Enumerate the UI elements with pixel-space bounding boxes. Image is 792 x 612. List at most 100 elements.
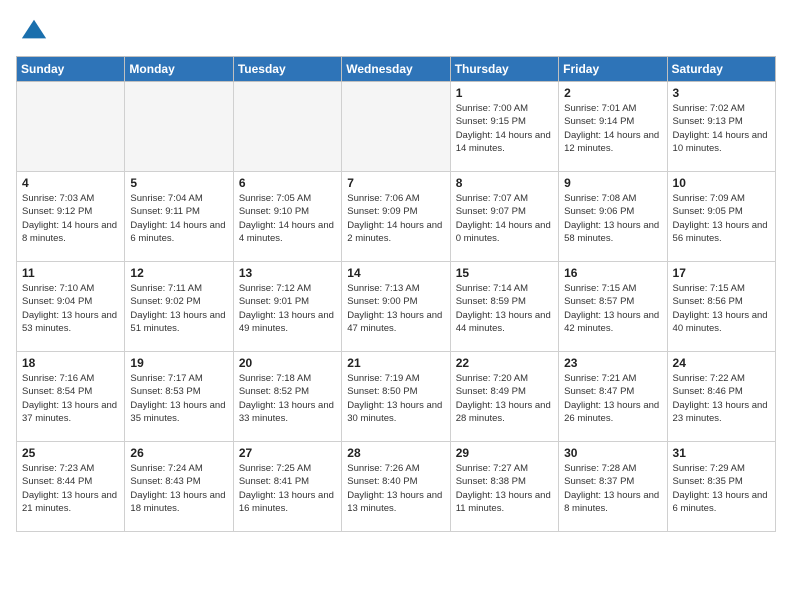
col-header-friday: Friday — [559, 57, 667, 82]
calendar-cell: 14 Sunrise: 7:13 AMSunset: 9:00 PMDayligh… — [342, 262, 450, 352]
day-number: 5 — [130, 176, 227, 190]
cell-content: Sunrise: 7:15 AMSunset: 8:57 PMDaylight:… — [564, 282, 661, 335]
calendar-cell: 3Sunrise: 7:02 AMSunset: 9:13 PMDaylight… — [667, 82, 775, 172]
calendar-cell: 28 Sunrise: 7:26 AMSunset: 8:40 PMDayligh… — [342, 442, 450, 532]
day-number: 31 — [673, 446, 770, 460]
calendar-cell: 22 Sunrise: 7:20 AMSunset: 8:49 PMDayligh… — [450, 352, 558, 442]
week-row-4: 18 Sunrise: 7:16 AMSunset: 8:54 PMDayligh… — [17, 352, 776, 442]
cell-content: Sunrise: 7:13 AMSunset: 9:00 PMDaylight:… — [347, 282, 444, 335]
calendar-cell: 17Sunrise: 7:15 AMSunset: 8:56 PMDayligh… — [667, 262, 775, 352]
calendar-cell: 15 Sunrise: 7:14 AMSunset: 8:59 PMDayligh… — [450, 262, 558, 352]
cell-content: Sunrise: 7:29 AMSunset: 8:35 PMDaylight:… — [673, 462, 770, 515]
cell-content: Sunrise: 7:20 AMSunset: 8:49 PMDaylight:… — [456, 372, 553, 425]
day-number: 10 — [673, 176, 770, 190]
day-number: 7 — [347, 176, 444, 190]
day-number: 25 — [22, 446, 119, 460]
day-number: 24 — [673, 356, 770, 370]
calendar-cell — [17, 82, 125, 172]
day-number: 13 — [239, 266, 336, 280]
day-number: 30 — [564, 446, 661, 460]
calendar-cell: 5 Sunrise: 7:04 AMSunset: 9:11 PMDaylight… — [125, 172, 233, 262]
calendar-cell: 26 Sunrise: 7:24 AMSunset: 8:43 PMDayligh… — [125, 442, 233, 532]
col-header-monday: Monday — [125, 57, 233, 82]
day-number: 12 — [130, 266, 227, 280]
cell-content: Sunrise: 7:00 AMSunset: 9:15 PMDaylight:… — [456, 102, 553, 155]
week-row-2: 4Sunrise: 7:03 AMSunset: 9:12 PMDaylight… — [17, 172, 776, 262]
calendar-cell: 9 Sunrise: 7:08 AMSunset: 9:06 PMDaylight… — [559, 172, 667, 262]
calendar-cell: 12 Sunrise: 7:11 AMSunset: 9:02 PMDayligh… — [125, 262, 233, 352]
cell-content: Sunrise: 7:19 AMSunset: 8:50 PMDaylight:… — [347, 372, 444, 425]
calendar-cell: 2 Sunrise: 7:01 AMSunset: 9:14 PMDaylight… — [559, 82, 667, 172]
day-number: 9 — [564, 176, 661, 190]
cell-content: Sunrise: 7:08 AMSunset: 9:06 PMDaylight:… — [564, 192, 661, 245]
col-header-saturday: Saturday — [667, 57, 775, 82]
cell-content: Sunrise: 7:24 AMSunset: 8:43 PMDaylight:… — [130, 462, 227, 515]
calendar-cell: 20Sunrise: 7:18 AMSunset: 8:52 PMDayligh… — [233, 352, 341, 442]
cell-content: Sunrise: 7:23 AMSunset: 8:44 PMDaylight:… — [22, 462, 119, 515]
calendar-cell: 25 Sunrise: 7:23 AMSunset: 8:44 PMDayligh… — [17, 442, 125, 532]
calendar-table: SundayMondayTuesdayWednesdayThursdayFrid… — [16, 56, 776, 532]
day-number: 3 — [673, 86, 770, 100]
cell-content: Sunrise: 7:14 AMSunset: 8:59 PMDaylight:… — [456, 282, 553, 335]
day-number: 16 — [564, 266, 661, 280]
calendar-cell: 8 Sunrise: 7:07 AMSunset: 9:07 PMDaylight… — [450, 172, 558, 262]
calendar-cell — [233, 82, 341, 172]
calendar-cell: 13 Sunrise: 7:12 AMSunset: 9:01 PMDayligh… — [233, 262, 341, 352]
col-header-thursday: Thursday — [450, 57, 558, 82]
cell-content: Sunrise: 7:10 AMSunset: 9:04 PMDaylight:… — [22, 282, 119, 335]
day-number: 11 — [22, 266, 119, 280]
cell-content: Sunrise: 7:11 AMSunset: 9:02 PMDaylight:… — [130, 282, 227, 335]
cell-content: Sunrise: 7:07 AMSunset: 9:07 PMDaylight:… — [456, 192, 553, 245]
calendar-cell — [125, 82, 233, 172]
cell-content: Sunrise: 7:16 AMSunset: 8:54 PMDaylight:… — [22, 372, 119, 425]
cell-content: Sunrise: 7:06 AMSunset: 9:09 PMDaylight:… — [347, 192, 444, 245]
calendar-cell: 30 Sunrise: 7:28 AMSunset: 8:37 PMDayligh… — [559, 442, 667, 532]
day-number: 21 — [347, 356, 444, 370]
cell-content: Sunrise: 7:18 AMSunset: 8:52 PMDaylight:… — [239, 372, 336, 425]
week-row-1: 1 Sunrise: 7:00 AMSunset: 9:15 PMDaylight… — [17, 82, 776, 172]
cell-content: Sunrise: 7:21 AMSunset: 8:47 PMDaylight:… — [564, 372, 661, 425]
cell-content: Sunrise: 7:05 AMSunset: 9:10 PMDaylight:… — [239, 192, 336, 245]
day-number: 15 — [456, 266, 553, 280]
day-number: 28 — [347, 446, 444, 460]
calendar-cell — [342, 82, 450, 172]
calendar-cell: 16 Sunrise: 7:15 AMSunset: 8:57 PMDayligh… — [559, 262, 667, 352]
day-number: 2 — [564, 86, 661, 100]
cell-content: Sunrise: 7:01 AMSunset: 9:14 PMDaylight:… — [564, 102, 661, 155]
cell-content: Sunrise: 7:26 AMSunset: 8:40 PMDaylight:… — [347, 462, 444, 515]
day-number: 18 — [22, 356, 119, 370]
day-number: 14 — [347, 266, 444, 280]
day-number: 27 — [239, 446, 336, 460]
cell-content: Sunrise: 7:12 AMSunset: 9:01 PMDaylight:… — [239, 282, 336, 335]
cell-content: Sunrise: 7:15 AMSunset: 8:56 PMDaylight:… — [673, 282, 770, 335]
col-header-tuesday: Tuesday — [233, 57, 341, 82]
calendar-cell: 6 Sunrise: 7:05 AMSunset: 9:10 PMDaylight… — [233, 172, 341, 262]
cell-content: Sunrise: 7:04 AMSunset: 9:11 PMDaylight:… — [130, 192, 227, 245]
calendar-cell: 31 Sunrise: 7:29 AMSunset: 8:35 PMDayligh… — [667, 442, 775, 532]
col-header-sunday: Sunday — [17, 57, 125, 82]
col-header-wednesday: Wednesday — [342, 57, 450, 82]
calendar-cell: 21 Sunrise: 7:19 AMSunset: 8:50 PMDayligh… — [342, 352, 450, 442]
calendar-cell: 10Sunrise: 7:09 AMSunset: 9:05 PMDayligh… — [667, 172, 775, 262]
day-number: 29 — [456, 446, 553, 460]
cell-content: Sunrise: 7:22 AMSunset: 8:46 PMDaylight:… — [673, 372, 770, 425]
week-row-3: 11 Sunrise: 7:10 AMSunset: 9:04 PMDayligh… — [17, 262, 776, 352]
day-number: 19 — [130, 356, 227, 370]
day-number: 26 — [130, 446, 227, 460]
calendar-cell: 27Sunrise: 7:25 AMSunset: 8:41 PMDayligh… — [233, 442, 341, 532]
day-number: 4 — [22, 176, 119, 190]
day-number: 22 — [456, 356, 553, 370]
calendar-cell: 11 Sunrise: 7:10 AMSunset: 9:04 PMDayligh… — [17, 262, 125, 352]
cell-content: Sunrise: 7:17 AMSunset: 8:53 PMDaylight:… — [130, 372, 227, 425]
calendar-cell: 18 Sunrise: 7:16 AMSunset: 8:54 PMDayligh… — [17, 352, 125, 442]
day-number: 1 — [456, 86, 553, 100]
page-header — [16, 16, 776, 44]
calendar-cell: 1 Sunrise: 7:00 AMSunset: 9:15 PMDaylight… — [450, 82, 558, 172]
logo — [16, 16, 48, 44]
calendar-cell: 24 Sunrise: 7:22 AMSunset: 8:46 PMDayligh… — [667, 352, 775, 442]
day-number: 8 — [456, 176, 553, 190]
day-number: 6 — [239, 176, 336, 190]
cell-content: Sunrise: 7:28 AMSunset: 8:37 PMDaylight:… — [564, 462, 661, 515]
week-row-5: 25 Sunrise: 7:23 AMSunset: 8:44 PMDayligh… — [17, 442, 776, 532]
calendar-cell: 7 Sunrise: 7:06 AMSunset: 9:09 PMDaylight… — [342, 172, 450, 262]
